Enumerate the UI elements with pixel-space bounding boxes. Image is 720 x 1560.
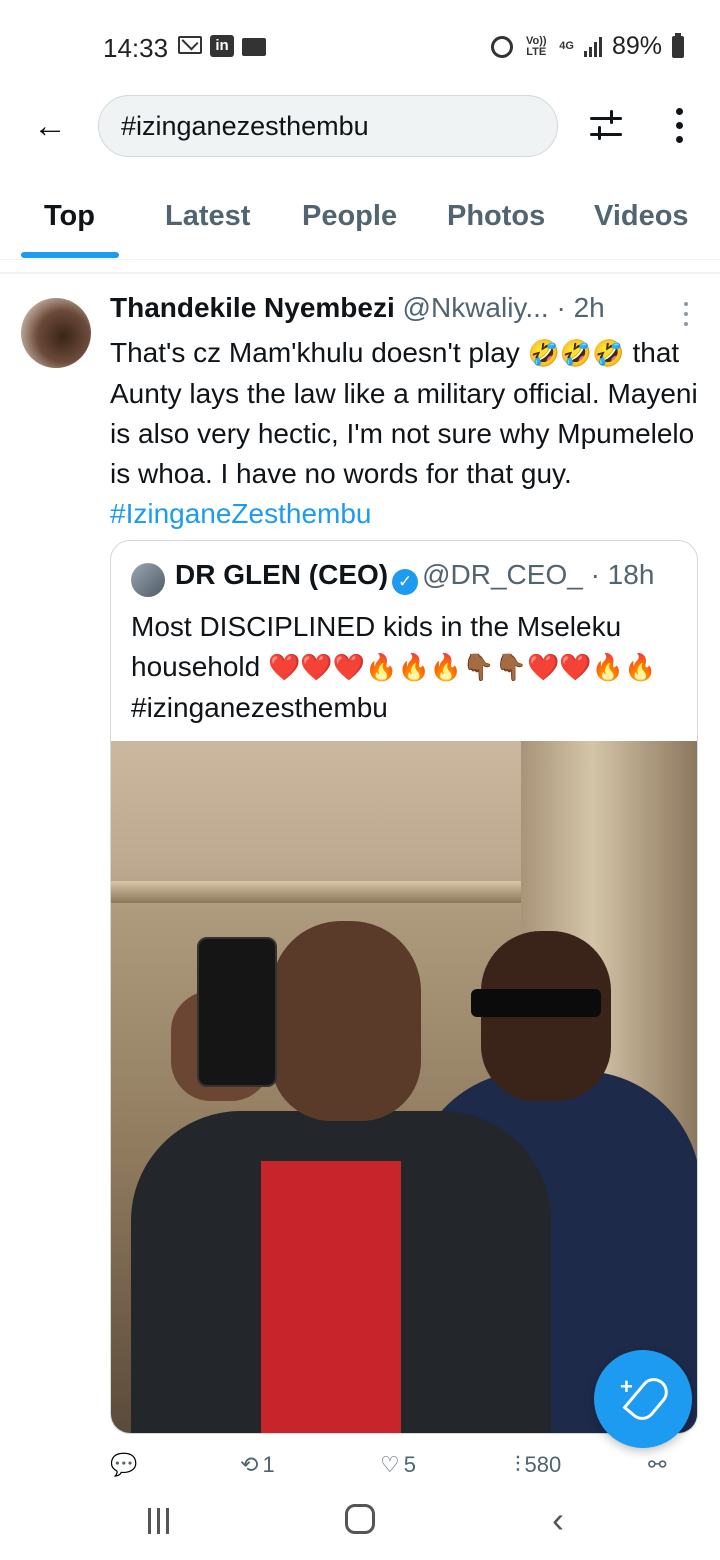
like-button[interactable]: ♡ 5 bbox=[380, 1452, 416, 1478]
tweet-more-icon[interactable] bbox=[682, 302, 690, 326]
tweet-time: · 2h bbox=[556, 292, 605, 323]
compose-button[interactable]: + bbox=[594, 1350, 692, 1448]
tweet-emojis: 🤣🤣🤣 bbox=[527, 339, 625, 369]
reply-icon: 💬 bbox=[110, 1453, 138, 1478]
quote-header: DR GLEN (CEO) ✓ @DR_CEO_ · 18h bbox=[175, 559, 654, 595]
retweet-button[interactable]: ⟲ 1 bbox=[240, 1452, 275, 1478]
search-input[interactable]: #izinganezesthembu bbox=[98, 95, 558, 157]
quote-hashtag: #izinganezesthembu bbox=[131, 692, 388, 723]
author-name[interactable]: Thandekile Nyembezi bbox=[110, 292, 395, 323]
back-chevron-icon[interactable]: ‹ bbox=[552, 1502, 564, 1538]
views-button[interactable]: ⫶ 580 bbox=[515, 1452, 561, 1478]
filter-sliders-icon[interactable] bbox=[584, 104, 628, 148]
battery-icon bbox=[672, 32, 684, 58]
quote-emojis: ❤️❤️❤️🔥🔥🔥👇🏾👇🏾❤️❤️🔥🔥 bbox=[268, 653, 657, 683]
active-tab-indicator bbox=[21, 252, 119, 258]
tab-people[interactable]: People bbox=[302, 200, 397, 233]
battery-percent: 89% bbox=[611, 32, 662, 60]
quote-author-handle: @DR_CEO_ bbox=[422, 559, 583, 590]
volte-indicator: Vo)) LTE bbox=[525, 34, 547, 58]
tab-top[interactable]: Top bbox=[44, 200, 95, 233]
divider bbox=[0, 272, 720, 274]
like-count: 5 bbox=[403, 1452, 416, 1477]
retweet-icon: ⟲ bbox=[240, 1453, 259, 1478]
avatar[interactable] bbox=[21, 298, 91, 368]
folder-icon bbox=[242, 38, 266, 56]
quote-author-name: DR GLEN (CEO) bbox=[175, 559, 389, 590]
search-tabs: Top Latest People Photos Videos bbox=[0, 180, 720, 260]
system-nav-bar: ‹ bbox=[0, 1484, 720, 1560]
tab-videos[interactable]: Videos bbox=[594, 200, 689, 233]
verified-badge-icon: ✓ bbox=[392, 569, 419, 595]
quote-avatar bbox=[131, 563, 165, 597]
share-icon: ⚯ bbox=[648, 1453, 667, 1478]
back-arrow-icon[interactable]: ← bbox=[30, 106, 70, 146]
quote-time: · 18h bbox=[590, 559, 655, 590]
author-handle: @Nkwaliy... bbox=[402, 292, 549, 323]
tweet-text: That's cz Mam'khulu doesn't play 🤣🤣🤣 tha… bbox=[110, 333, 700, 534]
mail-icon bbox=[178, 36, 202, 54]
views-count: 580 bbox=[524, 1452, 562, 1477]
signal-icon bbox=[583, 36, 602, 57]
linkedin-icon: in bbox=[210, 35, 234, 57]
network-type: 4G bbox=[559, 40, 574, 52]
reply-button[interactable]: 💬 bbox=[110, 1452, 141, 1478]
tweet-actions: 💬 ⟲ 1 ♡ 5 ⫶ 580 ⚯ bbox=[110, 1452, 690, 1484]
recents-icon[interactable] bbox=[146, 1508, 172, 1534]
status-bar: 14:33 in Vo)) LTE 4G 89% bbox=[0, 0, 720, 92]
quote-tweet-card[interactable]: DR GLEN (CEO) ✓ @DR_CEO_ · 18h Most DISCIP… bbox=[110, 540, 698, 1434]
tweet-header: Thandekile Nyembezi @Nkwaliy... · 2h bbox=[110, 292, 690, 332]
tab-latest[interactable]: Latest bbox=[165, 200, 250, 233]
share-button[interactable]: ⚯ bbox=[648, 1452, 670, 1478]
status-time: 14:33 bbox=[103, 33, 169, 63]
retweet-count: 1 bbox=[262, 1452, 275, 1477]
home-icon[interactable] bbox=[345, 1504, 375, 1534]
views-chart-icon: ⫶ bbox=[515, 1453, 521, 1478]
tweet-hashtag-link[interactable]: #IzinganeZesthembu bbox=[110, 498, 372, 529]
quote-text: Most DISCIPLINED kids in the Mseleku hou… bbox=[131, 607, 687, 728]
more-options-icon[interactable] bbox=[668, 106, 692, 146]
alarm-icon bbox=[491, 35, 514, 58]
quote-photo[interactable] bbox=[111, 741, 697, 1433]
tab-photos[interactable]: Photos bbox=[447, 200, 545, 233]
tweet-text-part1: That's cz Mam'khulu doesn't play bbox=[110, 337, 528, 368]
heart-icon: ♡ bbox=[380, 1453, 400, 1478]
